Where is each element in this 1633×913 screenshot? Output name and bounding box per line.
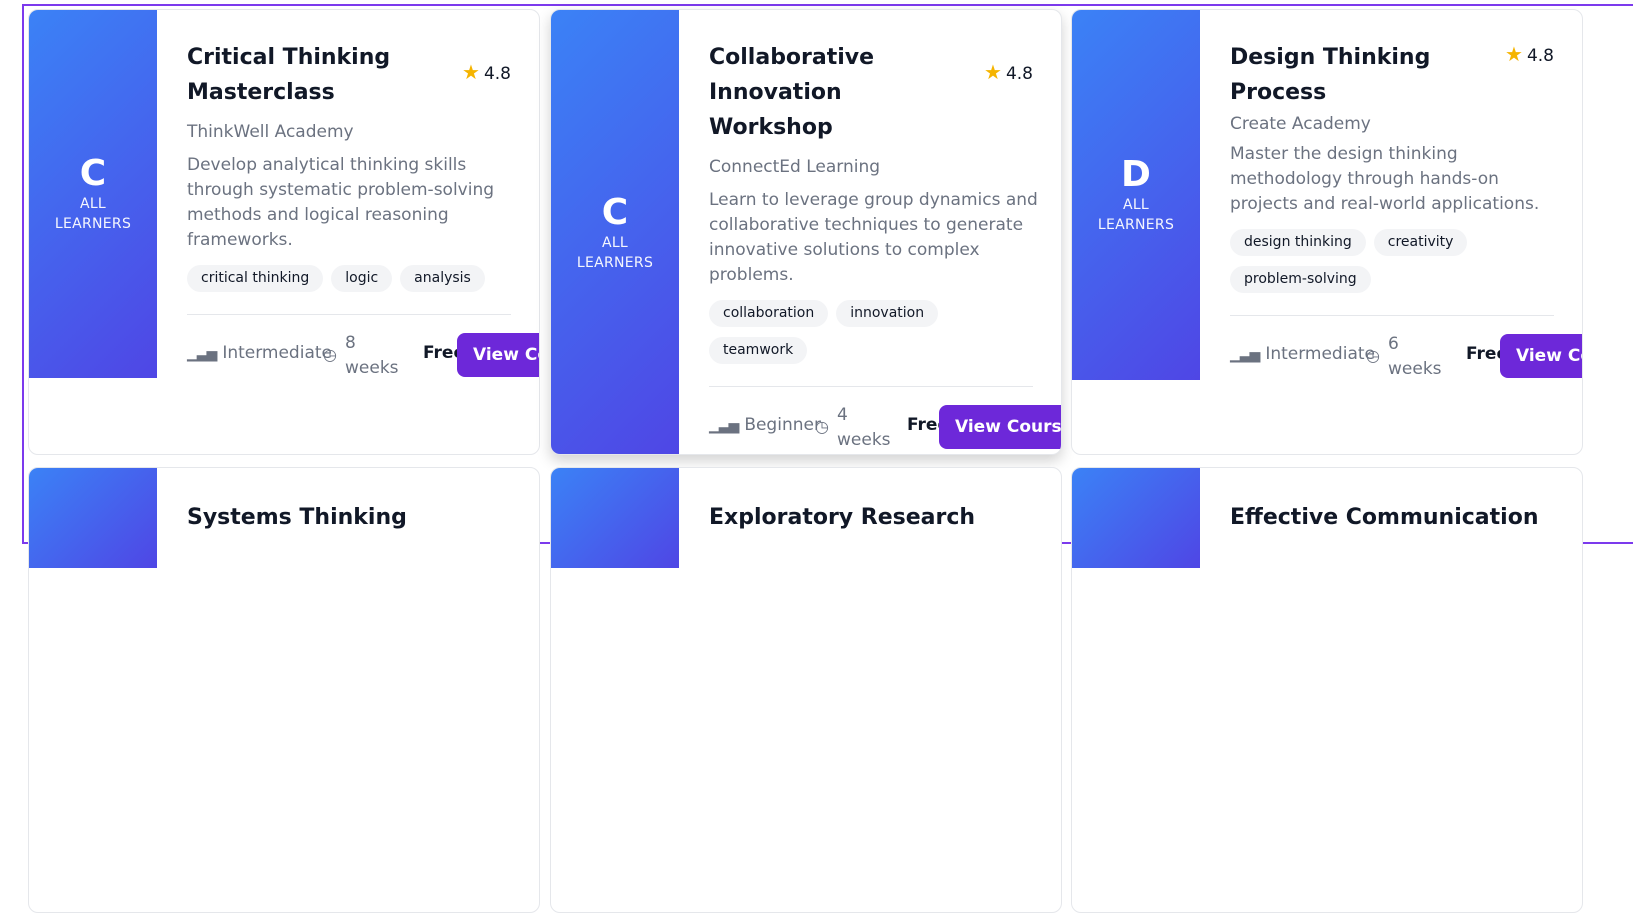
duration-label: 8 weeks <box>345 333 399 378</box>
rating-value: 4.8 <box>483 64 511 84</box>
course-thumbnail: D ALL LEARNERS <box>1072 10 1200 380</box>
course-meta: ▁▃▅Intermediate ◷6 weeks Free View Cours… <box>1230 326 1582 386</box>
duration-label: 4 weeks <box>837 405 891 450</box>
thumbnail-letter: C <box>601 192 629 233</box>
tag[interactable]: innovation <box>836 300 939 327</box>
course-card[interactable]: Effective Communication <box>1071 467 1583 913</box>
tag[interactable]: creativity <box>1373 229 1468 256</box>
course-description: Learn to leverage group dynamics and col… <box>709 190 1038 285</box>
course-level: ▁▃▅ Intermediate <box>1230 344 1375 364</box>
level-label: Intermediate <box>222 343 332 363</box>
course-card[interactable]: Exploratory Research <box>550 467 1062 913</box>
course-body: Systems Thinking <box>187 500 511 535</box>
course-meta: ▁▃▅Intermediate ◷8 weeks Free View Cours… <box>187 325 539 385</box>
tag[interactable]: collaboration <box>709 300 829 327</box>
course-title[interactable]: Effective Communication <box>1230 500 1550 535</box>
course-title[interactable]: Design Thinking Process <box>1230 40 1485 110</box>
tag[interactable]: logic <box>331 265 393 292</box>
view-course-button[interactable]: View Course <box>1500 334 1582 378</box>
course-title[interactable]: Collaborative Innovation Workshop <box>709 40 964 145</box>
thumbnail-letter: C <box>79 153 107 194</box>
course-thumbnail <box>551 468 679 568</box>
thumbnail-audience: ALL LEARNERS <box>54 196 132 232</box>
level-label: Beginner <box>744 415 821 435</box>
bar-chart-icon: ▁▃▅ <box>1230 347 1260 363</box>
course-tags: collaboration innovation teamwork <box>709 300 1033 374</box>
bar-chart-icon: ▁▃▅ <box>187 346 217 362</box>
view-course-button[interactable]: View Course <box>939 405 1061 449</box>
star-icon: ★ <box>1505 42 1523 66</box>
divider <box>1230 315 1554 316</box>
course-rating: ★ 4.8 <box>462 60 511 84</box>
tag[interactable]: critical thinking <box>187 265 324 292</box>
thumbnail-audience: ALL LEARNERS <box>1097 197 1175 233</box>
tag[interactable]: analysis <box>400 265 485 292</box>
course-card[interactable]: C ALL LEARNERS Collaborative Innovation … <box>550 9 1062 455</box>
course-level: ▁▃▅ Intermediate <box>187 343 332 363</box>
course-body: Collaborative Innovation Workshop ★ 4.8 C… <box>709 40 1061 454</box>
thumbnail-audience: ALL LEARNERS <box>576 235 654 271</box>
thumbnail-letter: D <box>1121 154 1151 195</box>
course-thumbnail <box>1072 468 1200 568</box>
bar-chart-icon: ▁▃▅ <box>709 418 739 434</box>
divider <box>187 314 511 315</box>
course-thumbnail <box>29 468 157 568</box>
rating-value: 4.8 <box>1526 46 1554 66</box>
course-thumbnail: C ALL LEARNERS <box>551 10 679 454</box>
tag[interactable]: teamwork <box>709 337 808 364</box>
course-description: Develop analytical thinking skills throu… <box>187 155 495 250</box>
course-tags: critical thinking logic analysis <box>187 265 511 302</box>
tag[interactable]: problem-solving <box>1230 266 1371 293</box>
course-card[interactable]: C ALL LEARNERS Critical Thinking Masterc… <box>28 9 540 455</box>
view-course-button[interactable]: View Course <box>457 333 539 377</box>
course-title[interactable]: Systems Thinking <box>187 500 507 535</box>
course-card[interactable]: D ALL LEARNERS Design Thinking Process ★… <box>1071 9 1583 455</box>
course-rating: ★ 4.8 <box>1505 42 1554 66</box>
course-card[interactable]: Systems Thinking <box>28 467 540 913</box>
course-body: Design Thinking Process ★ 4.8 Create Acad… <box>1230 40 1582 386</box>
course-title[interactable]: Critical Thinking Masterclass <box>187 40 442 110</box>
course-body: Effective Communication <box>1230 500 1554 535</box>
clock-icon: ◷ <box>323 345 337 364</box>
course-title[interactable]: Exploratory Research <box>709 500 1029 535</box>
course-tags: design thinking creativity problem-solving <box>1230 229 1554 303</box>
clock-icon: ◷ <box>1366 346 1380 365</box>
course-provider: ThinkWell Academy <box>187 122 354 142</box>
course-description: Master the design thinking methodology t… <box>1230 144 1540 214</box>
tag[interactable]: design thinking <box>1230 229 1366 256</box>
duration-label: 6 weeks <box>1388 334 1442 379</box>
star-icon: ★ <box>984 60 1002 84</box>
course-body: Critical Thinking Masterclass ★ 4.8 Think… <box>187 40 539 385</box>
divider <box>709 386 1033 387</box>
rating-value: 4.8 <box>1005 64 1033 84</box>
course-rating: ★ 4.8 <box>984 60 1033 84</box>
level-label: Intermediate <box>1265 344 1375 364</box>
clock-icon: ◷ <box>815 417 829 436</box>
course-meta: ▁▃▅ Beginner ◷ 4 weeks Free View Course <box>709 397 1061 454</box>
star-icon: ★ <box>462 60 480 84</box>
course-provider: ConnectEd Learning <box>709 157 881 177</box>
course-body: Exploratory Research <box>709 500 1033 535</box>
course-provider: Create Academy <box>1230 114 1371 134</box>
course-thumbnail: C ALL LEARNERS <box>29 10 157 378</box>
course-level: ▁▃▅ Beginner <box>709 415 821 435</box>
